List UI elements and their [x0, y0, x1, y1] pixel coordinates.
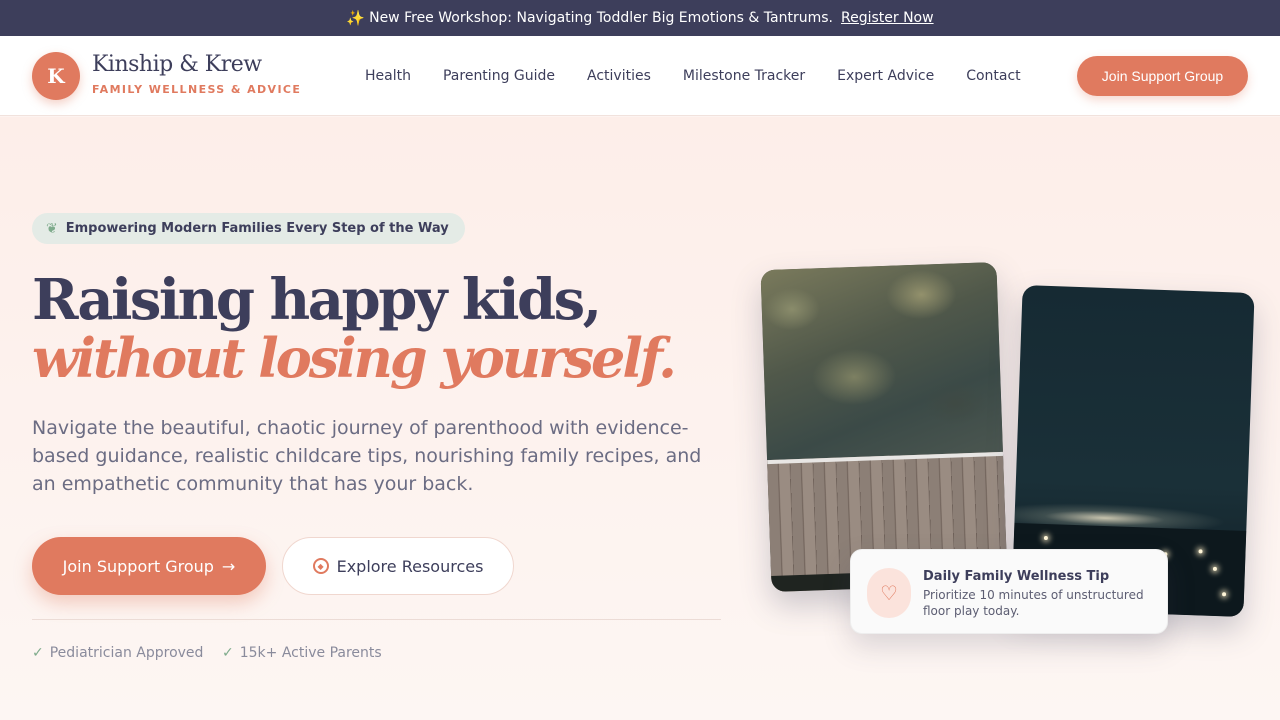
hero-pill-text: Empowering Modern Families Every Step of…	[65, 221, 449, 236]
arrow-right-icon: →	[221, 556, 236, 576]
wellness-tip-card[interactable]: ♡ Daily Family Wellness Tip Prioritize 1…	[850, 549, 1168, 634]
join-support-group-header-button[interactable]: Join Support Group	[1077, 56, 1248, 96]
join-support-group-label: Join Support Group	[62, 556, 214, 576]
join-support-group-button[interactable]: Join Support Group →	[32, 537, 266, 595]
hero-lead: Navigate the beautiful, chaotic journey …	[32, 417, 702, 495]
trust-badge-label: 15k+ Active Parents	[239, 645, 382, 661]
nav-item-health[interactable]: Health	[365, 68, 411, 84]
trust-badge-pediatrician: ✓ Pediatrician Approved	[32, 645, 203, 661]
announcement-text: New Free Workshop: Navigating Toddler Bi…	[369, 10, 833, 26]
compass-icon: ◆	[312, 558, 329, 574]
sprout-icon: ❦	[46, 220, 58, 237]
heart-pulse-icon: ♡	[867, 568, 911, 618]
register-now-link[interactable]: Register Now	[841, 10, 934, 26]
nav-item-parenting-guide[interactable]: Parenting Guide	[443, 68, 555, 84]
hero-pill: ❦ Empowering Modern Families Every Step …	[32, 213, 465, 244]
brand-tagline: FAMILY WELLNESS & ADVICE	[92, 83, 302, 96]
check-icon: ✓	[222, 645, 234, 661]
aerial-boardwalk-photo	[760, 261, 1008, 593]
brand-name[interactable]: Kinship & Krew	[92, 52, 262, 77]
logo-icon[interactable]: K	[32, 52, 80, 100]
hero-divider	[32, 619, 721, 620]
check-icon: ✓	[32, 645, 44, 661]
nav-item-expert-advice[interactable]: Expert Advice	[837, 68, 934, 84]
sparkles-icon: ✨	[346, 9, 366, 27]
main-nav: Health Parenting Guide Activities Milest…	[365, 36, 1021, 116]
trust-badge-label: Pediatrician Approved	[49, 645, 204, 661]
hero-headline: Raising happy kids,	[32, 267, 602, 333]
tip-title: Daily Family Wellness Tip	[923, 569, 1110, 584]
announcement-bar: ✨ New Free Workshop: Navigating Toddler …	[0, 0, 1280, 36]
nav-item-milestone-tracker[interactable]: Milestone Tracker	[683, 68, 805, 84]
trust-badge-parents: ✓ 15k+ Active Parents	[222, 645, 382, 661]
nav-item-activities[interactable]: Activities	[587, 68, 651, 84]
nav-item-contact[interactable]: Contact	[966, 68, 1020, 84]
hero-headline-accent: without losing yourself.	[32, 326, 677, 390]
tip-text: Prioritize 10 minutes of unstructured fl…	[923, 588, 1144, 618]
explore-resources-label: Explore Resources	[336, 556, 484, 576]
explore-resources-button[interactable]: ◆ Explore Resources	[282, 537, 514, 595]
site-header: K Kinship & Krew FAMILY WELLNESS & ADVIC…	[0, 36, 1280, 116]
